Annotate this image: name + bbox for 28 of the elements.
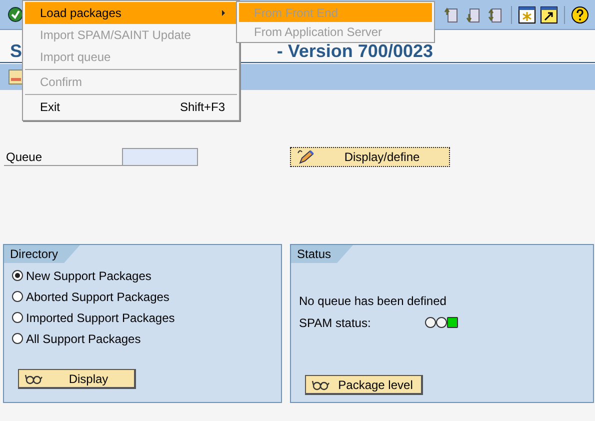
- help-icon[interactable]: [571, 6, 589, 24]
- radio-button[interactable]: [12, 312, 23, 323]
- radio-label: All Support Packages: [26, 332, 141, 346]
- display-button[interactable]: Display: [18, 369, 136, 389]
- radio-label: Imported Support Packages: [26, 310, 175, 324]
- pencil-icon: [297, 149, 315, 165]
- shortcut-window-icon[interactable]: [540, 6, 558, 24]
- panel-title: Directory: [4, 245, 80, 263]
- status-message: No queue has been defined: [299, 293, 448, 310]
- radio-button[interactable]: [12, 270, 23, 281]
- panel-title: Status: [291, 245, 354, 263]
- radio-button[interactable]: [12, 291, 23, 302]
- new-window-icon[interactable]: [518, 6, 536, 24]
- form-icon[interactable]: [8, 69, 24, 85]
- radio-label: Aborted Support Packages: [26, 290, 170, 304]
- glasses-icon: [25, 372, 43, 384]
- package-level-button[interactable]: Package level: [305, 375, 423, 395]
- queue-field[interactable]: [122, 148, 198, 166]
- radio-button[interactable]: [12, 333, 23, 344]
- glasses-icon: [312, 378, 330, 390]
- window-title: S: [10, 41, 22, 62]
- menu-item[interactable]: Load packages: [25, 2, 237, 24]
- display-define-button[interactable]: Display/define: [290, 147, 450, 167]
- status-lights: [425, 317, 458, 328]
- status-label: SPAM status:: [299, 316, 372, 330]
- radio-label: New Support Packages: [26, 268, 152, 282]
- window-title: - Version 700/0023: [276, 41, 433, 62]
- menu-item[interactable]: Exit Shift+F3: [25, 96, 237, 118]
